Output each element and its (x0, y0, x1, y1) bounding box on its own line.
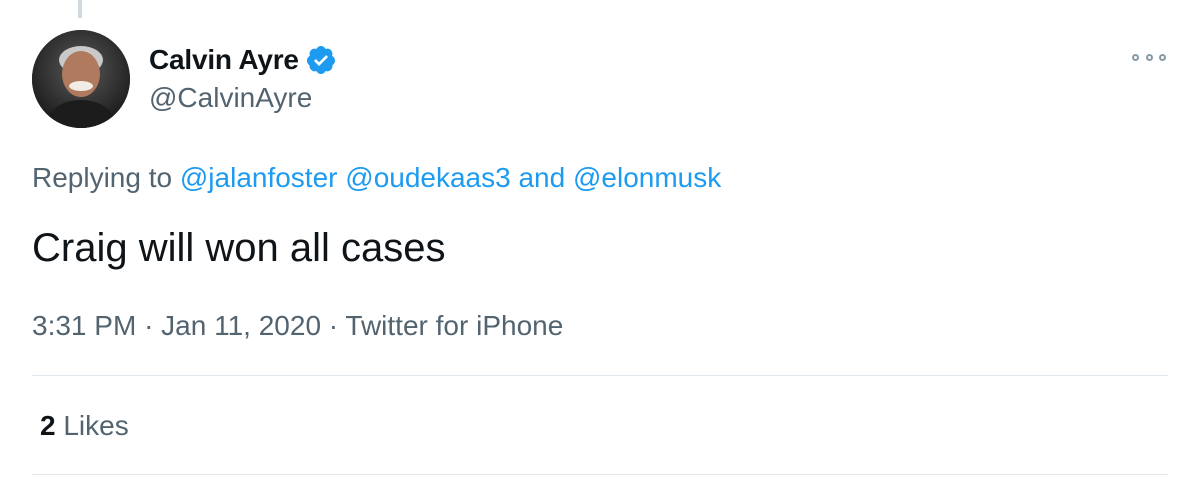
mention-link-3[interactable]: @elonmusk (573, 162, 721, 193)
likes-count: 2 (40, 410, 56, 441)
tweet-source[interactable]: Twitter for iPhone (345, 310, 563, 341)
avatar[interactable] (32, 30, 130, 128)
meta-separator: · (328, 310, 339, 341)
divider (32, 375, 1168, 376)
author-handle[interactable]: @CalvinAyre (149, 82, 312, 114)
tweet-detail: Calvin Ayre @CalvinAyre Replying to @jal… (0, 0, 1196, 480)
replying-to-label: Replying to (32, 162, 173, 193)
likes-label: Likes (63, 410, 129, 441)
mention-link-2[interactable]: @oudekaas3 (345, 162, 510, 193)
tweet-metadata: 3:31 PM · Jan 11, 2020 · Twitter for iPh… (32, 310, 563, 342)
verified-badge-icon (305, 44, 337, 76)
divider (32, 474, 1168, 475)
tweet-time[interactable]: 3:31 PM (32, 310, 136, 341)
avatar-photo (32, 30, 130, 128)
mention-conjunction[interactable]: and (518, 162, 565, 193)
replying-to-line: Replying to @jalanfoster @oudekaas3 and … (32, 162, 721, 194)
tweet-text: Craig will won all cases (32, 226, 446, 270)
likes-stat[interactable]: 2 Likes (40, 410, 129, 442)
tweet-date[interactable]: Jan 11, 2020 (161, 310, 321, 341)
thread-connector-line (78, 0, 82, 18)
author-display-name[interactable]: Calvin Ayre (149, 44, 299, 76)
more-options-icon[interactable] (1132, 50, 1166, 64)
meta-separator: · (144, 310, 154, 341)
mention-link-1[interactable]: @jalanfoster (180, 162, 338, 193)
author-name-row: Calvin Ayre (149, 42, 337, 78)
